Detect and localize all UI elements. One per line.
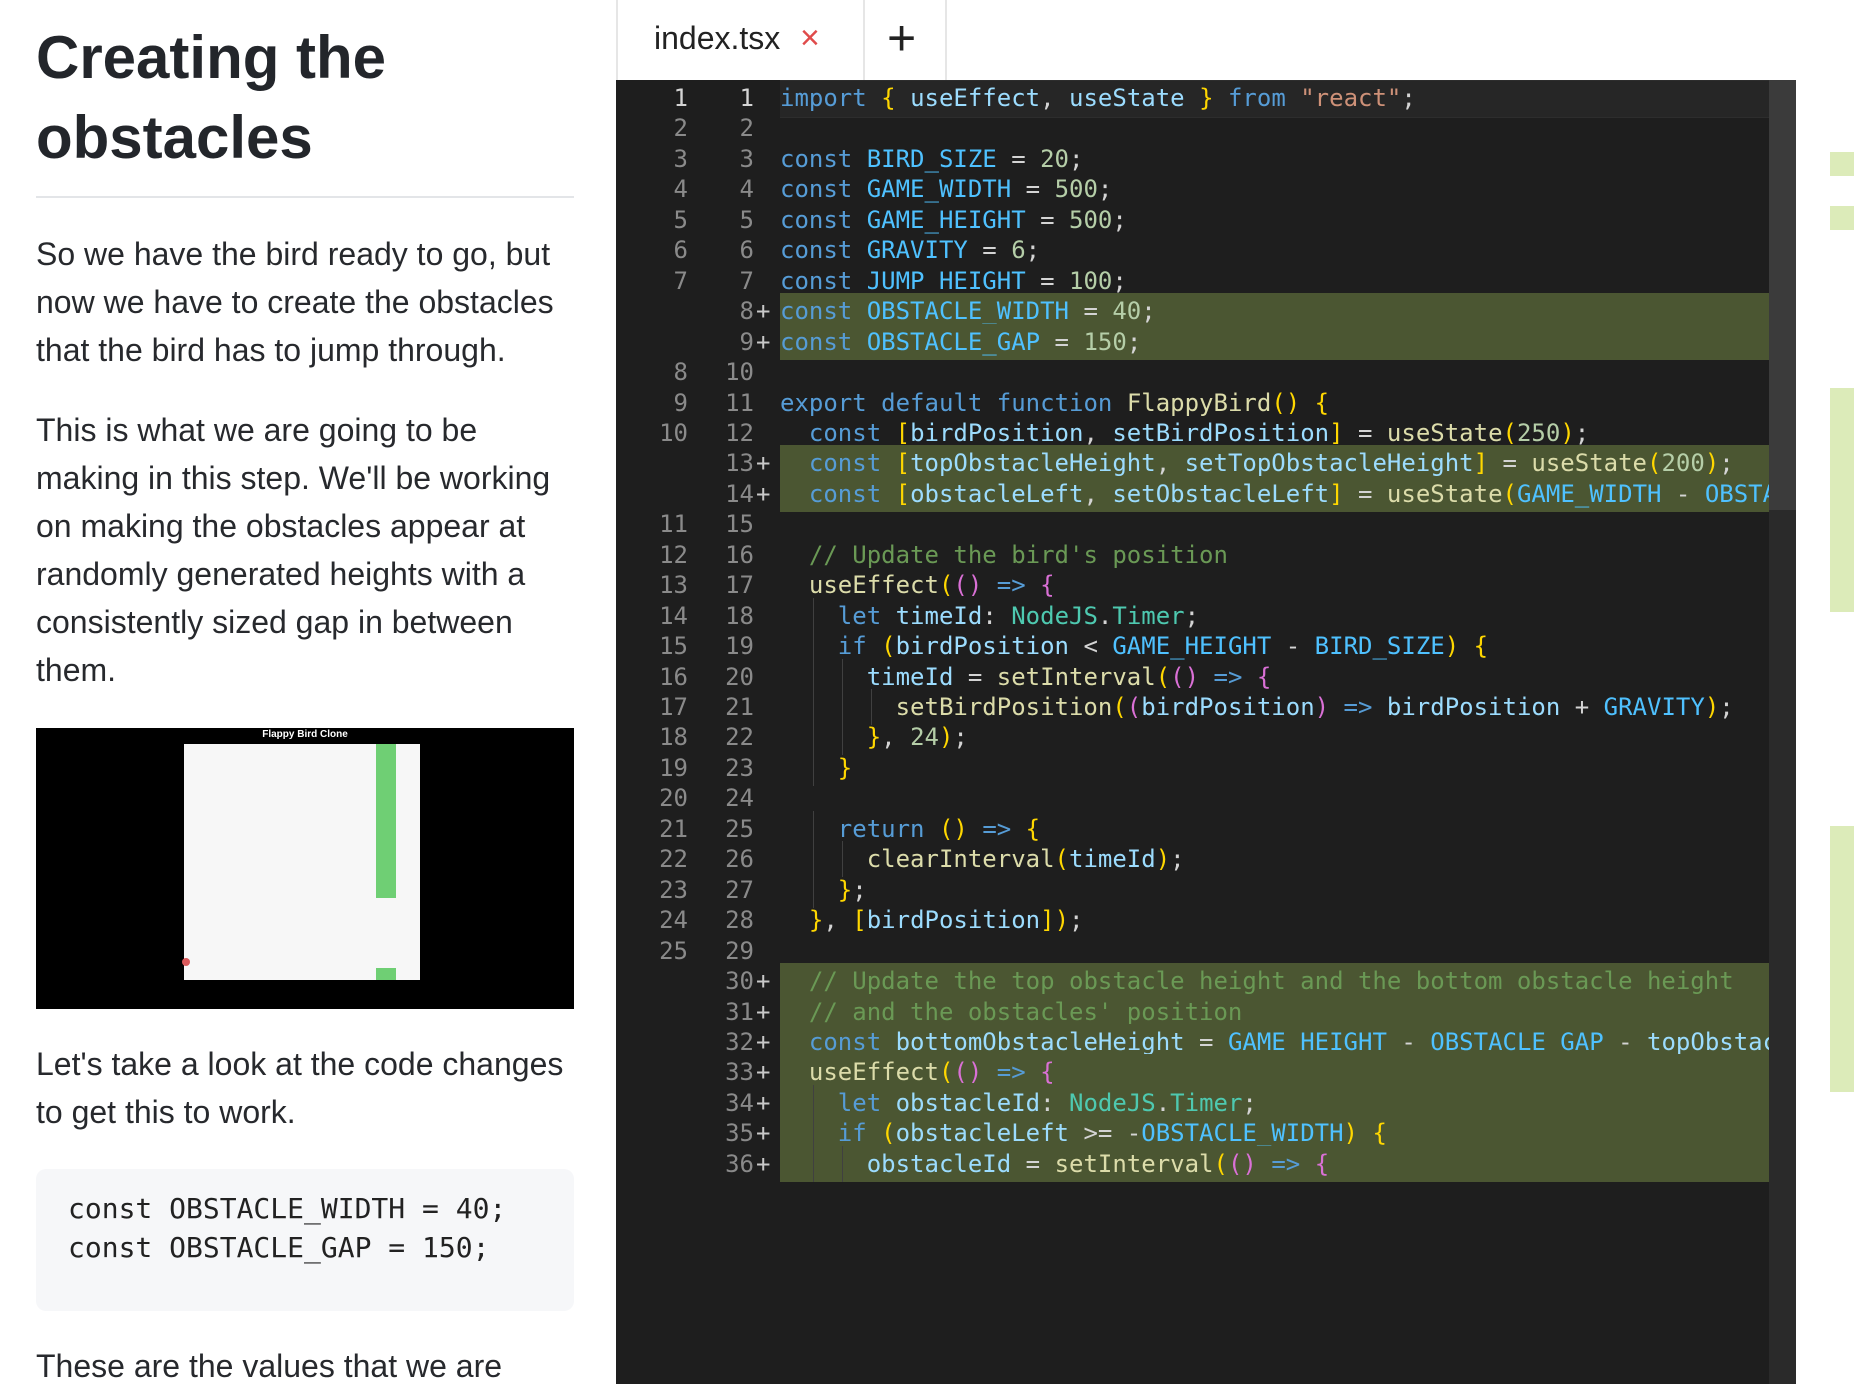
code-text: obstacleId = setInterval(() => { xyxy=(866,1149,1330,1178)
game-canvas xyxy=(182,744,420,980)
diff-view[interactable]: 1 1 import { useEffect, useState } from "r… xyxy=(616,80,1796,1384)
paragraph-code-intro: Let's take a look at the code changes to… xyxy=(36,1046,564,1130)
diff-marker xyxy=(1830,206,1854,230)
tab-label: index.tsx xyxy=(654,20,781,56)
article-panel: Creating the obstacles So we have the bi… xyxy=(0,0,616,1384)
paragraph-intro: So we have the bird ready to go, but now… xyxy=(36,236,554,368)
bottom-obstacle xyxy=(376,968,396,980)
bird xyxy=(182,958,190,966)
plus-icon: + xyxy=(887,10,917,66)
article-title: Creating the obstacles xyxy=(36,24,387,171)
paragraph-description: This is what we are going to be making i… xyxy=(36,412,551,688)
tab-index-tsx[interactable]: index.tsx × xyxy=(620,0,865,80)
title-divider xyxy=(36,196,574,198)
diff-marker xyxy=(1830,826,1854,1092)
diff-marker xyxy=(1830,152,1854,176)
code-snippet: const OBSTACLE_WIDTH = 40; const OBSTACL… xyxy=(36,1169,574,1311)
tab-bar: index.tsx × + xyxy=(616,0,1796,80)
diff-marker xyxy=(1830,388,1854,612)
paragraph-values: These are the values that we are xyxy=(36,1348,503,1384)
add-tab-button[interactable]: + xyxy=(865,0,947,80)
close-icon[interactable]: × xyxy=(800,18,820,58)
new-line-number: 36 xyxy=(725,1149,754,1178)
preview-title: Flappy Bird Clone xyxy=(262,729,348,740)
scrollbar-thumb[interactable] xyxy=(1769,80,1796,510)
top-obstacle xyxy=(376,744,396,898)
added-line-plus-icon: + xyxy=(756,1149,771,1178)
code-editor[interactable]: index.tsx × + 1 1 import { useEffect, useS… xyxy=(616,0,1796,1384)
snippet-line: const OBSTACLE_GAP = 150; xyxy=(68,1231,490,1264)
game-preview-image: Flappy Bird Clone xyxy=(36,728,574,1009)
scrollbar[interactable] xyxy=(1769,80,1796,1384)
snippet-line: const OBSTACLE_WIDTH = 40; xyxy=(68,1192,507,1225)
added-code-line[interactable]: 36 + obstacleId = setInterval(() => { xyxy=(616,1145,1796,1182)
